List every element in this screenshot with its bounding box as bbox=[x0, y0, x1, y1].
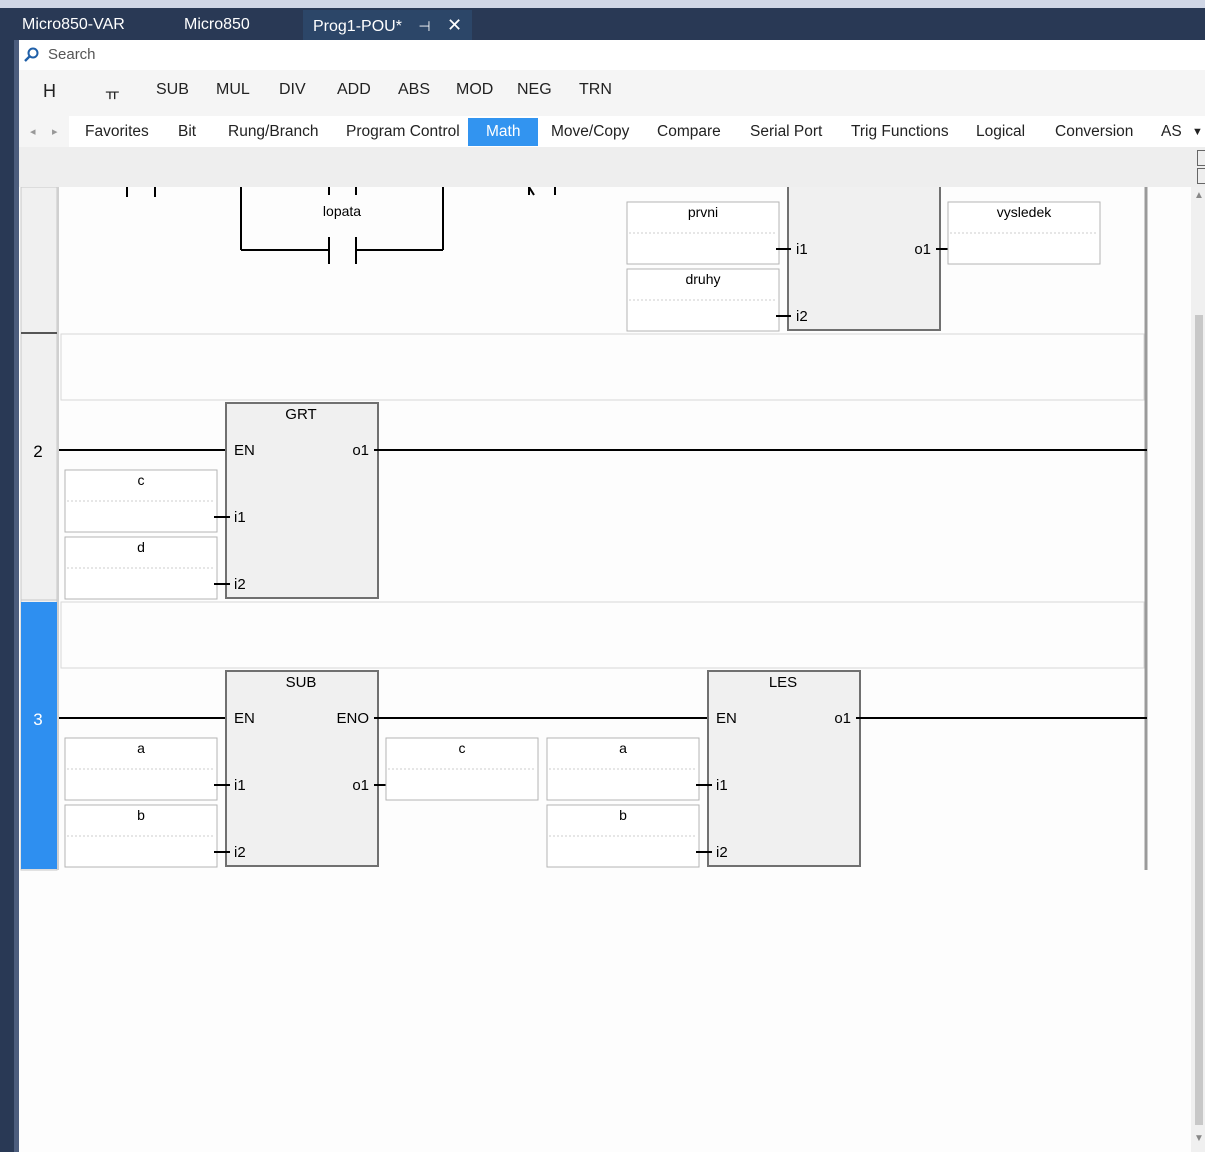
var-b: b bbox=[137, 807, 145, 823]
collapse-icon[interactable] bbox=[1197, 150, 1205, 166]
pin-i1: i1 bbox=[234, 509, 246, 526]
tab-serial-port[interactable]: Serial Port bbox=[750, 118, 822, 146]
rung1-math-block[interactable] bbox=[787, 187, 941, 331]
les-title: LES bbox=[769, 674, 797, 691]
arrow-up-icon[interactable]: ▲ bbox=[1194, 190, 1204, 201]
pin-icon[interactable]: ⊣ bbox=[418, 18, 430, 34]
var-d: d bbox=[137, 539, 145, 555]
empty-rung[interactable] bbox=[60, 601, 1145, 669]
var-druhy: druhy bbox=[685, 271, 720, 287]
tab-move-copy[interactable]: Move/Copy bbox=[551, 118, 629, 146]
pin-i1: i1 bbox=[716, 777, 728, 794]
pin-en: EN bbox=[234, 710, 255, 727]
tab-label: Micro850-VAR bbox=[22, 16, 125, 33]
rung-number-2: 2 bbox=[33, 442, 42, 461]
pin-eno: ENO bbox=[336, 710, 369, 727]
arrow-left-icon[interactable]: ◂ bbox=[30, 118, 36, 146]
rung-number-3: 3 bbox=[33, 710, 42, 729]
toolbox-separator bbox=[19, 147, 1205, 188]
pin-en: EN bbox=[234, 442, 255, 459]
search-icon bbox=[24, 47, 39, 62]
sub-block[interactable] bbox=[225, 670, 379, 867]
arrow-right-icon[interactable]: ▸ bbox=[52, 118, 58, 146]
mod-button[interactable]: MOD bbox=[456, 81, 493, 99]
tab-as[interactable]: AS bbox=[1161, 118, 1182, 146]
var-a: a bbox=[619, 740, 627, 756]
rung-button[interactable]: H bbox=[43, 81, 56, 102]
pin-i2: i2 bbox=[234, 844, 246, 861]
tab-prog1-pou[interactable]: Prog1-POU* ⊣ ✕ bbox=[303, 10, 473, 40]
pin-en: EN bbox=[716, 710, 737, 727]
lopata-label: lopata bbox=[323, 203, 361, 219]
var-c: c bbox=[459, 740, 466, 756]
ladder-diagram: lopata prvni druhy i1 i2 o1 vysledek 2 G… bbox=[20, 187, 1148, 871]
chevron-down-icon[interactable]: ▼ bbox=[1192, 118, 1203, 146]
pin-i2: i2 bbox=[234, 576, 246, 593]
scrollbar-thumb[interactable] bbox=[1195, 315, 1203, 1125]
tab-math[interactable]: Math bbox=[468, 118, 539, 146]
ladder-editor[interactable]: lopata prvni druhy i1 i2 o1 vysledek 2 G… bbox=[19, 187, 1191, 1152]
grt-block[interactable] bbox=[225, 402, 379, 599]
neg-button[interactable]: NEG bbox=[517, 81, 552, 99]
category-tabs: ◂ ▸ Favorites Bit Rung/Branch Program Co… bbox=[19, 112, 1205, 147]
pin-o1: o1 bbox=[352, 777, 369, 794]
rung-3-selection[interactable] bbox=[21, 602, 57, 869]
tab-logical[interactable]: Logical bbox=[976, 118, 1025, 146]
var-c: c bbox=[138, 472, 145, 488]
var-b: b bbox=[619, 807, 627, 823]
branch-button[interactable]: ㅠ bbox=[105, 81, 120, 105]
var-a: a bbox=[137, 740, 145, 756]
pin-i2: i2 bbox=[796, 308, 808, 325]
tab-conversion[interactable]: Conversion bbox=[1055, 118, 1133, 146]
pin-i1: i1 bbox=[796, 241, 808, 258]
sub-button[interactable]: SUB bbox=[156, 81, 189, 99]
quick-toolbar: H ㅠ SUB MUL DIV ADD ABS MOD NEG TRN bbox=[19, 70, 1205, 112]
close-icon[interactable]: ✕ bbox=[447, 15, 462, 35]
empty-rung[interactable] bbox=[60, 333, 1145, 401]
grt-title: GRT bbox=[285, 406, 316, 423]
pin-i1: i1 bbox=[234, 777, 246, 794]
tab-bit[interactable]: Bit bbox=[178, 118, 196, 146]
pin-o1: o1 bbox=[834, 710, 851, 727]
document-tab-bar bbox=[0, 8, 1205, 40]
tab-micro850[interactable]: Micro850 bbox=[184, 10, 250, 40]
expand-icon[interactable] bbox=[1197, 168, 1205, 184]
pin-o1: o1 bbox=[352, 442, 369, 459]
sub-title: SUB bbox=[286, 674, 317, 691]
tab-rung-branch[interactable]: Rung/Branch bbox=[228, 118, 318, 146]
trn-button[interactable]: TRN bbox=[579, 81, 612, 99]
div-button[interactable]: DIV bbox=[279, 81, 306, 99]
tab-trig-functions[interactable]: Trig Functions bbox=[851, 118, 949, 146]
tab-label: Micro850 bbox=[184, 16, 250, 33]
var-prvni: prvni bbox=[688, 204, 718, 220]
search-row[interactable]: Search bbox=[19, 40, 1205, 71]
tab-favorites[interactable]: Favorites bbox=[85, 118, 149, 146]
tab-micro850-var[interactable]: Micro850-VAR bbox=[22, 10, 125, 40]
tab-program-control[interactable]: Program Control bbox=[346, 118, 460, 146]
abs-button[interactable]: ABS bbox=[398, 81, 430, 99]
search-input[interactable]: Search bbox=[48, 46, 96, 63]
var-vysledek: vysledek bbox=[997, 204, 1052, 220]
tab-label: Prog1-POU* bbox=[313, 18, 402, 35]
mul-button[interactable]: MUL bbox=[216, 81, 250, 99]
arrow-down-icon[interactable]: ▼ bbox=[1194, 1133, 1204, 1144]
les-block[interactable] bbox=[707, 670, 861, 867]
tab-compare[interactable]: Compare bbox=[657, 118, 721, 146]
window-top-strip bbox=[0, 0, 1205, 8]
pin-i2: i2 bbox=[716, 844, 728, 861]
pin-o1: o1 bbox=[914, 241, 931, 258]
add-button[interactable]: ADD bbox=[337, 81, 371, 99]
